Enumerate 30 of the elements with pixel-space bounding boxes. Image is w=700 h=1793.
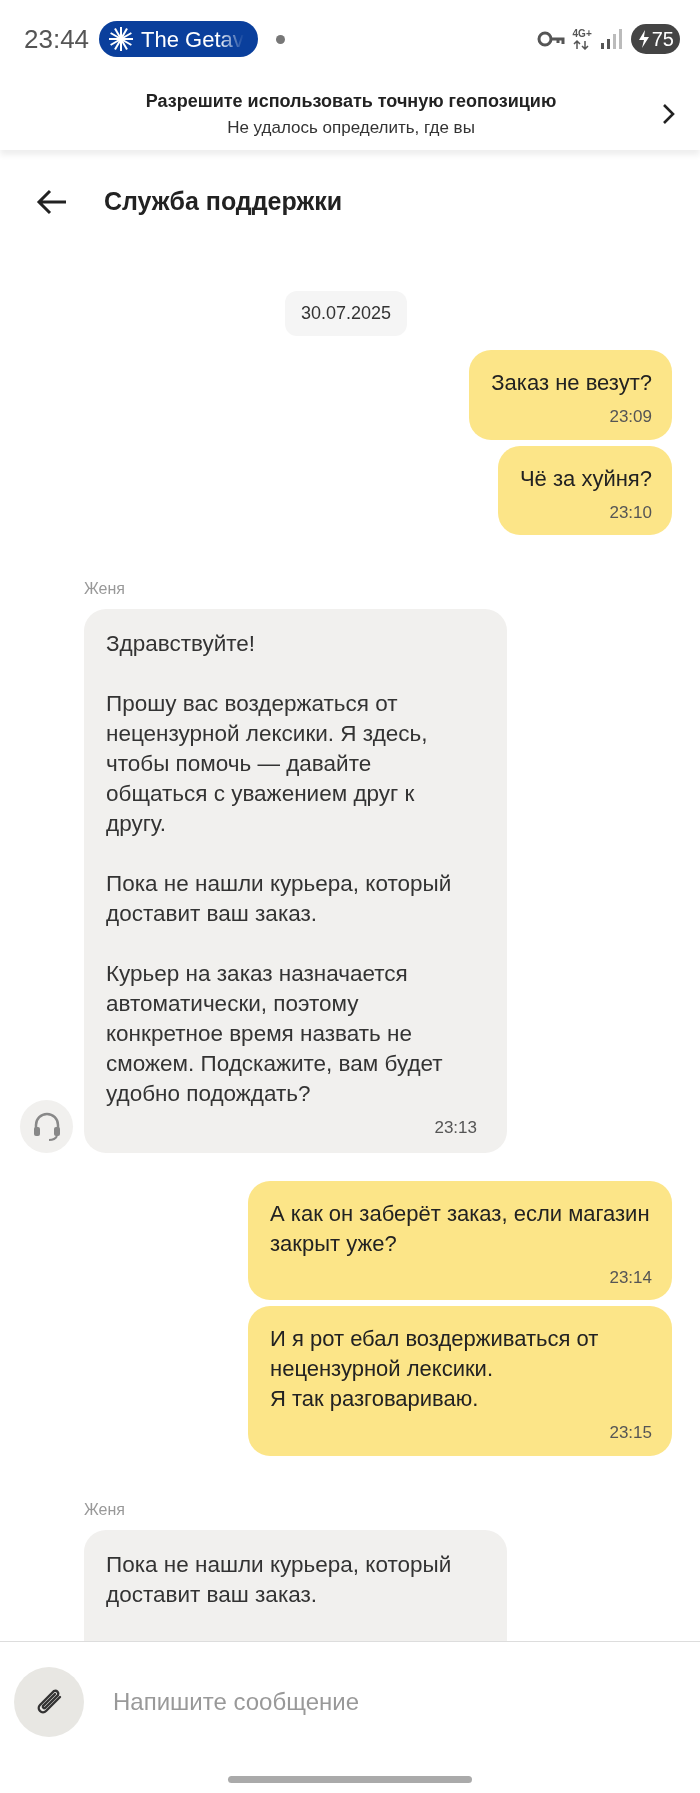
message-text: А как он заберёт заказ, если магазин закрыт уже? [270,1199,651,1258]
lightning-icon [636,29,650,49]
message-text: Чё за хуйня? [519,464,652,493]
sparkle-icon [107,25,136,53]
message-text: Здравствуйте! Прошу вас воздержаться от нецензурной лексики. Я здесь, чтобы помочь — давайте общаться с уважением друг к другу. Пока не нашли курьера, который доставит ваш заказ. Курьер на заказ назначается автоматически, поэтому конкретное время назвать не сможем. Подскажите, вам будет удобно подождать? [106,630,453,1108]
message-text: Пока не нашли курьера, который доставит ваш заказ. [106,1550,453,1609]
page-title: Служба поддержки [104,186,343,218]
message-input[interactable]: Напишите сообщение [111,1683,686,1721]
data-arrows-icon [572,38,589,50]
banner-title: Разрешите использовать точную геопозицию [144,89,558,113]
message-time: 23:09 [608,406,652,428]
message-time: 23:10 [608,501,652,524]
banner-subtitle: Не удалось определить, где вы [226,116,476,139]
clock: 23:44 [24,22,90,56]
sender-name: Женя [84,1499,126,1520]
back-arrow-icon[interactable] [36,188,68,216]
key-icon [536,30,565,48]
date-label: 30.07.2025 [284,291,408,336]
battery-indicator: 75 [630,24,680,54]
network-indicator: 4G+ [572,28,592,50]
signal-icon [599,28,623,50]
sender-name: Женя [84,579,126,599]
message-text: Заказ не везут? [491,369,652,397]
message-time: 23:13 [433,1117,477,1139]
message-time: 23:15 [608,1422,652,1444]
notification-chip[interactable]: The Getav [99,21,258,57]
chevron-right-icon[interactable] [662,103,676,125]
message-time: 23:14 [608,1266,652,1289]
message-text: И я рот ебал воздерживаться от нецензурной лексики. Я так разговариваю. [270,1325,600,1413]
notification-dot-icon [275,34,285,44]
